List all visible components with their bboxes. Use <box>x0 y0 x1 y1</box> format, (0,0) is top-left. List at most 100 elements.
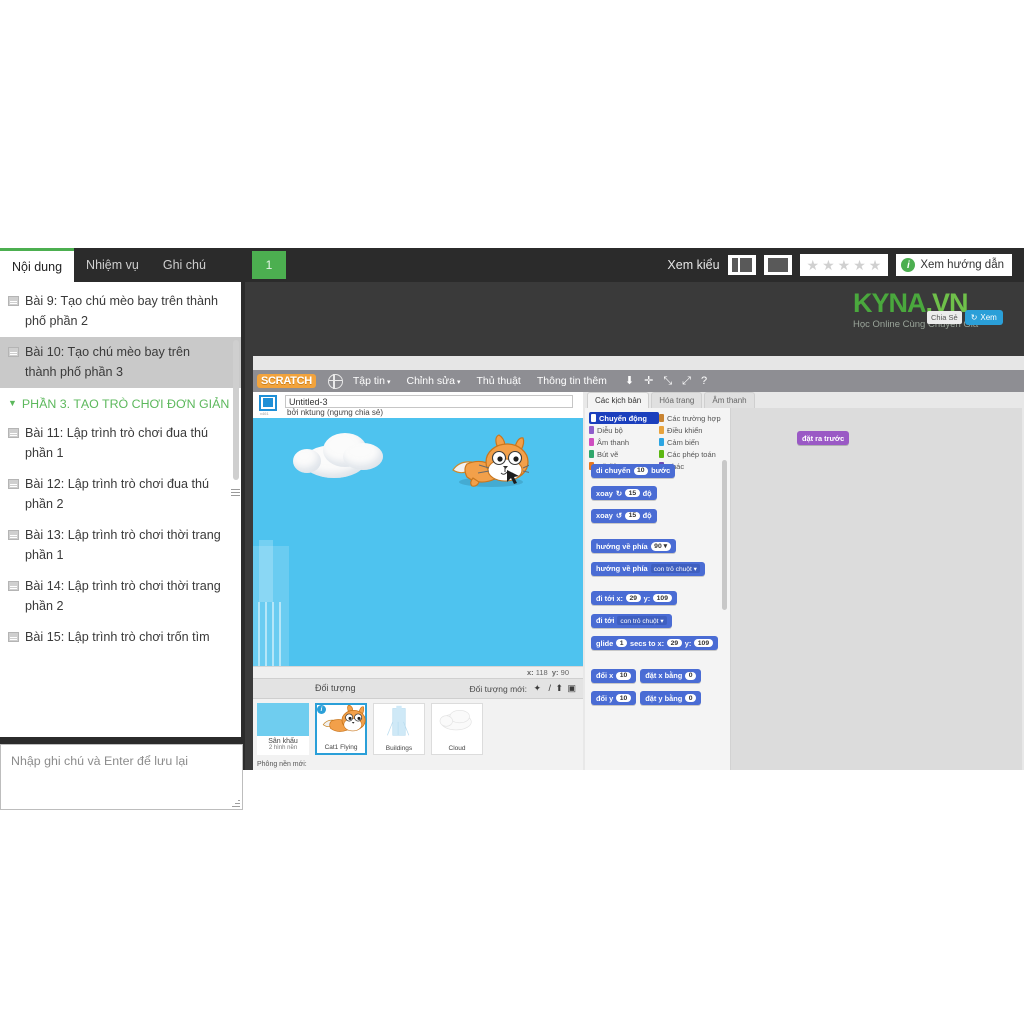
category-but-ve[interactable]: Bút vẽ <box>589 448 659 460</box>
stage-thumbnail-card[interactable]: Sân khấu 2 hình nền <box>257 703 309 755</box>
rotate-right-icon: ↻ <box>615 488 623 498</box>
star-icon-5[interactable]: ★ <box>869 258 882 272</box>
view-split-button[interactable] <box>727 255 756 275</box>
sprite-pane: Đối tượng Đối tượng mới: ✦ / ⬆ ▣ Sân khấ… <box>253 678 583 770</box>
tab-am-thanh[interactable]: Âm thanh <box>704 392 755 408</box>
sidebar-scrollbar[interactable] <box>233 340 239 480</box>
category-dieu-khien[interactable]: Điều khiển <box>659 424 729 436</box>
block-di-toi-chuot[interactable]: đi tới con trỏ chuột ▾ <box>591 613 672 628</box>
project-icon: v461 <box>259 395 279 416</box>
new-sprite-upload-icon[interactable]: ⬆ <box>555 683 563 694</box>
category-chuyen-dong[interactable]: Chuyển động <box>589 412 659 424</box>
info-icon: i <box>901 258 916 272</box>
project-title-input[interactable]: Untitled-3 <box>285 395 573 408</box>
video-stage[interactable]: SCRATCH Tập tin ▾ Chỉnh sửa ▾ Thủ thuật Th… <box>245 282 1024 770</box>
scratch-stage-canvas[interactable] <box>253 418 583 666</box>
lesson-number-badge[interactable]: 1 <box>252 251 286 279</box>
block-di-chuyen[interactable]: di chuyển 10 bước <box>591 463 676 478</box>
star-icon-2[interactable]: ★ <box>822 258 835 272</box>
new-sprite-camera-icon[interactable]: ▣ <box>567 683 576 694</box>
lesson-sidebar[interactable]: Bài 9: Tạo chú mèo bay trên thành phố ph… <box>0 282 243 737</box>
star-icon-4[interactable]: ★ <box>853 258 866 272</box>
star-icon-3[interactable]: ★ <box>838 258 851 272</box>
shrink-icon[interactable]: ⤢ <box>682 375 691 387</box>
list-item[interactable]: Bài 15: Lập trình trò chơi trốn tìm <box>0 622 241 654</box>
list-item[interactable]: Bài 9: Tạo chú mèo bay trên thành phố ph… <box>0 286 241 337</box>
video-icon <box>8 530 19 541</box>
category-cac-phep-toan[interactable]: Các phép toán <box>659 448 729 460</box>
stage-name: Sân khấu <box>268 738 298 745</box>
note-input-box[interactable]: Nhập ghi chú và Enter để lưu lại <box>0 744 243 810</box>
menu-tap-tin-label: Tập tin <box>352 375 385 387</box>
category-cac-truong-hop[interactable]: Các trường hợp <box>659 412 729 424</box>
cloud-sprite <box>293 431 388 479</box>
project-byline: bởi nktung (ngưng chia sẻ) <box>287 408 383 417</box>
list-item[interactable]: Bài 12: Lập trình trò chơi đua thú phần … <box>0 469 241 520</box>
palette-scrollbar[interactable] <box>722 460 727 610</box>
sprite-name: Cloud <box>448 745 466 752</box>
new-sprite-label: Đối tượng mới: <box>469 684 527 694</box>
sprite-card-cat1-flying[interactable]: i Cat1 Flying <box>315 703 367 755</box>
list-item[interactable]: Bài 11: Lập trình trò chơi đua thú phần … <box>0 418 241 469</box>
new-sprite-paint-icon[interactable]: / <box>548 683 551 693</box>
category-am-thanh[interactable]: Âm thanh <box>589 436 659 448</box>
view-split-left <box>731 258 738 272</box>
chevron-down-icon: ▾ <box>386 379 391 386</box>
download-icon[interactable]: ⬇ <box>625 375 634 387</box>
sidebar-section-header[interactable]: ▼ PHẦN 3. TẠO TRÒ CHƠI ĐƠN GIẢN <box>0 388 241 418</box>
block-xoay-trai[interactable]: xoay ↺ 15 độ <box>591 508 657 523</box>
block-dat-ra-truoc[interactable]: đặt ra trước <box>797 431 850 445</box>
grow-icon[interactable]: ⤡ <box>663 375 672 387</box>
block-dat-y-bang[interactable]: đặt y bằng 0 <box>640 691 702 705</box>
view-full-button[interactable] <box>763 255 792 275</box>
scratch-editor-tabs: Các kịch bản Hóa trang Âm thanh <box>583 392 755 408</box>
block-huong-ve-phia-90[interactable]: hướng về phía 90 ▾ <box>591 539 676 553</box>
sprite-card-cloud[interactable]: Cloud <box>431 703 483 755</box>
block-doi-y[interactable]: đổi y 10 <box>591 691 636 705</box>
palette-blocks: di chuyển 10 bước xoay ↻ 15 độ xoay ↺ 15 độ hướn… <box>591 460 725 710</box>
list-item-selected[interactable]: Bài 10: Tạo chú mèo bay trên thành phố p… <box>0 337 241 389</box>
block-dat-x-bang[interactable]: đặt x bằng 0 <box>640 668 702 683</box>
share-button[interactable]: ↻ Xem <box>964 310 1003 325</box>
rating-stars[interactable]: ★ ★ ★ ★ ★ <box>799 254 889 276</box>
menu-chinh-sua[interactable]: Chỉnh sửa ▾ <box>406 375 460 387</box>
globe-icon[interactable] <box>327 373 343 389</box>
list-item-label: Bài 9: Tạo chú mèo bay trên thành phố ph… <box>25 294 218 328</box>
list-item[interactable]: Bài 14: Lập trình trò chơi thời trang ph… <box>0 571 241 622</box>
new-sprite-library-icon[interactable]: ✦ <box>533 683 541 694</box>
star-icon-1[interactable]: ★ <box>807 258 820 272</box>
tab-ghi-chu-label: Ghi chú <box>162 258 206 272</box>
sprite-info-icon[interactable]: i <box>317 705 326 714</box>
resize-handle-icon[interactable] <box>232 799 240 807</box>
block-palette[interactable]: Chuyển động Các trường hợp Diễu bộ Điều … <box>585 408 731 770</box>
block-di-toi-xy[interactable]: đi tới x: 29 y: 109 <box>591 591 677 605</box>
stage-coordinates: x: 118 y: 90 <box>253 666 583 678</box>
menu-thong-tin-them[interactable]: Thông tin thêm <box>537 375 607 387</box>
block-doi-x[interactable]: đổi x 10 <box>591 668 636 683</box>
player-tab-bar: Nội dung Nhiệm vụ Ghi chú <box>0 248 218 282</box>
list-item[interactable]: Bài 13: Lập trình trò chơi thời trang ph… <box>0 520 241 571</box>
block-huong-ve-phia-chuot[interactable]: hướng về phía con trỏ chuột ▾ <box>591 561 705 576</box>
menu-tap-tin[interactable]: Tập tin ▾ <box>353 375 391 387</box>
tab-hoa-trang[interactable]: Hóa trang <box>651 392 703 408</box>
tab-ghi-chu[interactable]: Ghi chú <box>151 248 218 282</box>
menu-thu-thuat[interactable]: Thủ thuật <box>476 375 520 387</box>
video-icon <box>8 296 19 306</box>
player-top-right-controls: Xem kiểu ★ ★ ★ ★ ★ i Xem hướng dẫn <box>667 248 1012 282</box>
duplicate-icon[interactable]: ✛ <box>644 375 653 387</box>
scratch-logo: SCRATCH <box>257 374 316 388</box>
sidebar-grip-icon[interactable] <box>231 487 240 499</box>
tab-cac-kich-ban[interactable]: Các kịch bản <box>587 392 650 408</box>
sprite-card-buildings[interactable]: Buildings <box>373 703 425 755</box>
scripts-canvas[interactable]: đặt ra trước <box>731 408 1022 770</box>
category-cam-bien[interactable]: Cảm biến <box>659 436 729 448</box>
category-dieu-bo[interactable]: Diễu bộ <box>589 424 659 436</box>
help-icon[interactable]: ? <box>701 375 707 387</box>
block-xoay-phai[interactable]: xoay ↻ 15 độ <box>591 486 657 500</box>
view-guide-button[interactable]: i Xem hướng dẫn <box>896 254 1012 276</box>
tab-noi-dung[interactable]: Nội dung <box>0 248 75 282</box>
block-glide[interactable]: glide 1 secs to x: 29 y: 109 <box>591 636 718 650</box>
tab-nhiem-vu[interactable]: Nhiệm vụ <box>74 248 151 282</box>
list-item-label: Bài 14: Lập trình trò chơi thời trang ph… <box>25 579 221 613</box>
building-sprite <box>253 540 289 666</box>
